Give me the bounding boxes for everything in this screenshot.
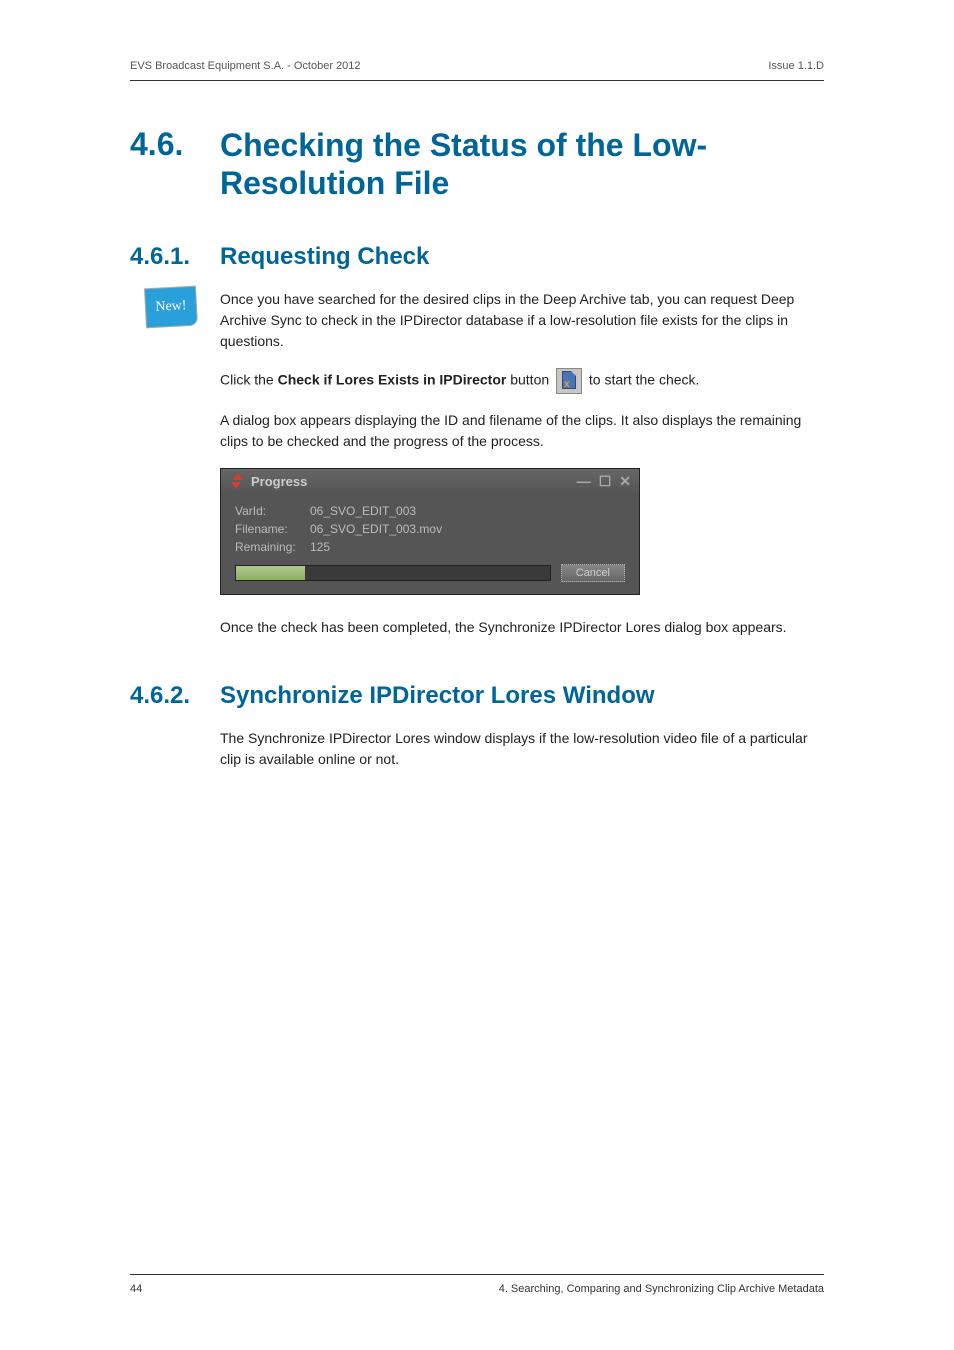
check-lores-icon: x <box>556 368 582 394</box>
new-badge: New! <box>144 285 198 328</box>
row-value: 06_SVO_EDIT_003 <box>310 504 416 518</box>
new-badge-text: New! <box>155 298 187 316</box>
paragraph: Once the check has been completed, the S… <box>220 617 824 638</box>
dialog-titlebar: Progress — ☐ ✕ <box>221 469 639 494</box>
page-header: EVS Broadcast Equipment S.A. - October 2… <box>130 60 824 81</box>
paragraph: The Synchronize IPDirector Lores window … <box>220 728 824 770</box>
header-left: EVS Broadcast Equipment S.A. - October 2… <box>130 60 361 72</box>
progress-row: VarId: 06_SVO_EDIT_003 <box>235 504 625 518</box>
page-number: 44 <box>130 1283 142 1295</box>
progress-fill <box>236 566 305 580</box>
maximize-icon[interactable]: ☐ <box>599 473 612 490</box>
header-right: Issue 1.1.D <box>768 60 824 72</box>
section-title: Checking the Status of the Low-Resolutio… <box>220 126 824 203</box>
progress-row: Remaining: 125 <box>235 540 625 554</box>
subsection-1-heading: 4.6.1. Requesting Check <box>130 243 824 271</box>
row-label: VarId: <box>235 504 310 518</box>
progress-dialog: Progress — ☐ ✕ VarId: 06_SVO_EDIT_003 Fi… <box>220 468 640 595</box>
subsection-2-title: Synchronize IPDirector Lores Window <box>220 682 655 710</box>
paragraph: Once you have searched for the desired c… <box>220 289 824 352</box>
button-reference: Check if Lores Exists in IPDirector <box>278 371 507 387</box>
row-value: 125 <box>310 540 330 554</box>
footer-chapter: 4. Searching, Comparing and Synchronizin… <box>499 1283 824 1295</box>
cancel-button[interactable]: Cancel <box>561 564 625 582</box>
section-number: 4.6. <box>130 126 220 163</box>
subsection-2-number: 4.6.2. <box>130 682 220 710</box>
subsection-1-number: 4.6.1. <box>130 243 220 271</box>
subsection-1-title: Requesting Check <box>220 243 429 271</box>
subsection-2-heading: 4.6.2. Synchronize IPDirector Lores Wind… <box>130 682 824 710</box>
minimize-icon[interactable]: — <box>577 473 591 489</box>
close-icon[interactable]: ✕ <box>619 473 631 490</box>
row-label: Remaining: <box>235 540 310 554</box>
row-label: Filename: <box>235 522 310 536</box>
progress-arrows-icon <box>229 473 245 489</box>
dialog-body: VarId: 06_SVO_EDIT_003 Filename: 06_SVO_… <box>221 494 639 594</box>
progress-row: Filename: 06_SVO_EDIT_003.mov <box>235 522 625 536</box>
row-value: 06_SVO_EDIT_003.mov <box>310 522 442 536</box>
paragraph: Click the Check if Lores Exists in IPDir… <box>220 368 824 394</box>
section-heading: 4.6. Checking the Status of the Low-Reso… <box>130 126 824 203</box>
paragraph: A dialog box appears displaying the ID a… <box>220 410 824 452</box>
dialog-title: Progress <box>251 474 307 489</box>
progress-bar <box>235 565 551 581</box>
page-footer: 44 4. Searching, Comparing and Synchroni… <box>130 1274 824 1295</box>
